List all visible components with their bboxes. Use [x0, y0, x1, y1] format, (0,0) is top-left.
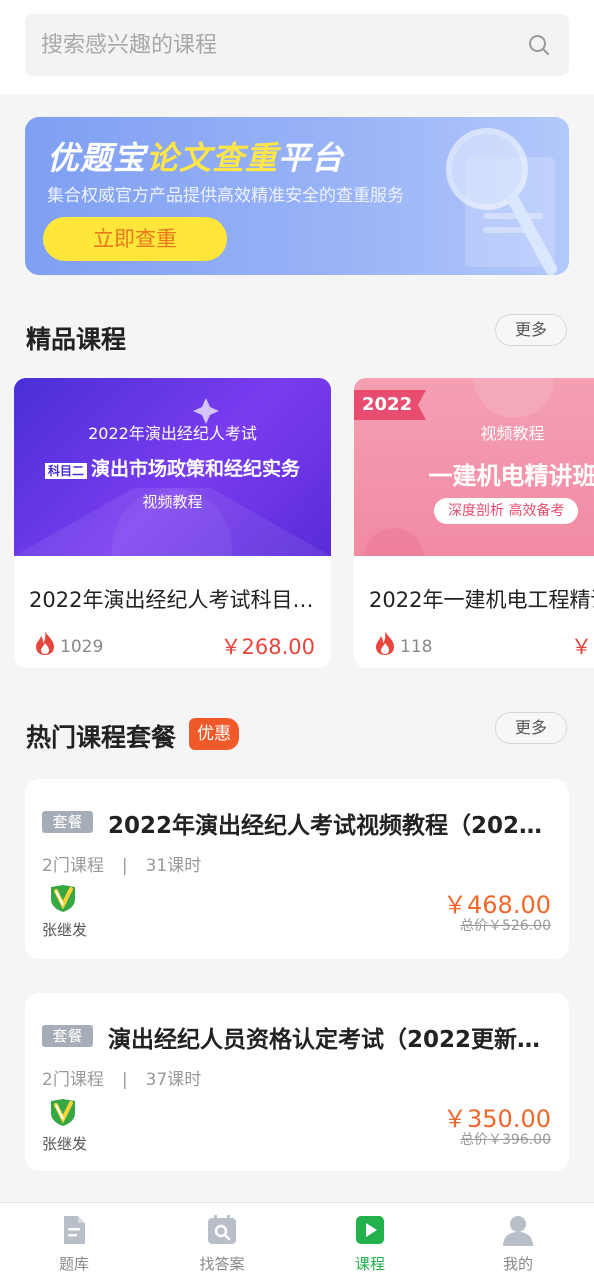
featured-section-header: 精品课程 更多 [0, 314, 594, 358]
nav-label: 找答案 [199, 1255, 245, 1273]
package-card[interactable]: 套餐 演出经纪人员资格认定考试（2022更新版） 2门课程 | 37课时 张继发 ￥… [25, 993, 569, 1171]
search-icon[interactable] [527, 33, 551, 57]
document-icon [64, 1216, 85, 1244]
nav-label: 题库 [58, 1255, 89, 1273]
bottom-navigation: 题库 找答案 课程 我的 [0, 1202, 594, 1280]
fire-icon [376, 631, 394, 655]
search-answer-icon [208, 1215, 236, 1244]
package-original-price: 总价￥526.00 [460, 918, 551, 934]
teacher-name: 张继发 [42, 1135, 88, 1153]
course-title: 2022年演出经纪人考试科目二演出市场政策和经纪实务 [29, 588, 321, 612]
package-meta: 2门课程 | 31课时 [42, 856, 202, 876]
featured-courses-carousel[interactable]: 2022年演出经纪人考试 科目二 演出市场政策和经纪实务 视频教程 2022年演出… [14, 378, 594, 668]
nav-item-question-bank[interactable]: 题库 [0, 1203, 148, 1280]
play-icon [356, 1216, 384, 1244]
packages-more-button[interactable]: 更多 [495, 712, 567, 744]
nav-item-find-answer[interactable]: 找答案 [148, 1203, 296, 1280]
package-card[interactable]: 套餐 2022年演出经纪人考试视频教程（2022年） 2门课程 | 31课时 张继发… [25, 779, 569, 959]
package-title: 2022年演出经纪人考试视频教程（2022年） [108, 813, 553, 839]
magnifier-illustration [446, 128, 557, 275]
promo-banner[interactable]: 优题宝论文查重平台 集合权威官方产品提供高效精准安全的查重服务 立即查重 [25, 117, 569, 275]
course-price: ￥1 [571, 635, 594, 659]
check-now-button[interactable]: 立即查重 [43, 217, 227, 261]
banner-subtitle: 集合权威官方产品提供高效精准安全的查重服务 [47, 186, 404, 206]
course-thumbnail: 2022年演出经纪人考试 科目二 演出市场政策和经纪实务 视频教程 [14, 378, 331, 556]
package-meta: 2门课程 | 37课时 [42, 1070, 202, 1090]
nav-item-courses[interactable]: 课程 [296, 1203, 444, 1280]
course-card[interactable]: 2022年演出经纪人考试 科目二 演出市场政策和经纪实务 视频教程 2022年演出… [14, 378, 331, 668]
teacher-logo-icon [51, 885, 75, 912]
view-count: 1029 [60, 637, 104, 657]
nav-label: 课程 [354, 1255, 385, 1273]
nav-item-profile[interactable]: 我的 [444, 1203, 592, 1280]
package-tag: 套餐 [42, 1025, 93, 1047]
search-input[interactable] [25, 14, 515, 76]
course-card[interactable]: 2022 视频教程 一建机电精讲班 深度剖析 高效备考 2022年一建机电工程精… [354, 378, 594, 668]
fire-icon [36, 631, 54, 655]
teacher-name: 张继发 [42, 921, 88, 939]
search-box[interactable] [25, 14, 569, 76]
course-price: ￥268.00 [220, 635, 315, 659]
package-tag: 套餐 [42, 811, 93, 833]
view-count: 118 [400, 637, 433, 657]
nav-label: 我的 [502, 1255, 533, 1273]
year-badge: 2022 [362, 394, 413, 415]
course-title: 2022年一建机电工程精讲班 [369, 588, 594, 612]
search-bar [0, 0, 594, 94]
section-title: 精品课程 [26, 325, 127, 354]
package-original-price: 总价￥396.00 [460, 1132, 551, 1148]
packages-section-header: 热门课程套餐 优惠 更多 [0, 712, 594, 756]
discount-badge: 优惠 [189, 718, 239, 750]
section-title: 热门课程套餐 [26, 723, 177, 752]
user-icon [503, 1216, 533, 1246]
banner-title: 优题宝论文查重平台 [47, 139, 345, 177]
featured-more-button[interactable]: 更多 [495, 314, 567, 346]
teacher-logo-icon [51, 1099, 75, 1126]
package-title: 演出经纪人员资格认定考试（2022更新版） [108, 1027, 553, 1053]
course-thumbnail: 2022 视频教程 一建机电精讲班 深度剖析 高效备考 [354, 378, 594, 556]
